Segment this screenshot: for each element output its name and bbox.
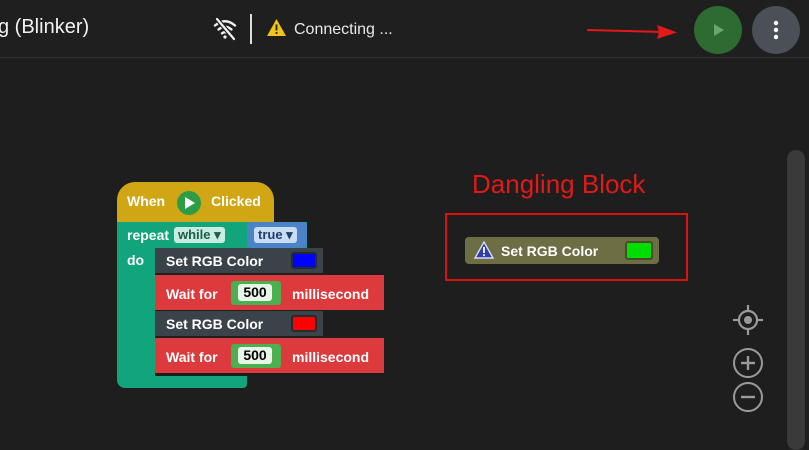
color-swatch-blue[interactable] bbox=[291, 252, 317, 269]
number-block[interactable]: 500 bbox=[231, 344, 281, 368]
dangling-set-rgb-block[interactable]: Set RGB Color bbox=[465, 237, 659, 264]
project-title: g (Blinker) bbox=[0, 16, 90, 38]
loop-mode-dropdown[interactable]: while ▾ bbox=[174, 227, 225, 243]
status-text: Connecting ... bbox=[294, 21, 393, 38]
warning-icon[interactable] bbox=[473, 240, 495, 262]
repeat-label: repeat bbox=[127, 227, 170, 243]
wifi-off-icon bbox=[213, 17, 237, 46]
set-rgb-label: Set RGB Color bbox=[501, 243, 599, 259]
dangling-annotation-text: Dangling Block bbox=[472, 169, 646, 199]
zoom-in-icon[interactable] bbox=[732, 347, 764, 384]
wait-label: Wait for bbox=[166, 349, 218, 365]
wait-block[interactable]: Wait for 500 millisecond bbox=[155, 338, 384, 373]
play-icon bbox=[714, 24, 724, 36]
number-input[interactable]: 500 bbox=[238, 284, 272, 301]
wait-block[interactable]: Wait for 500 millisecond bbox=[155, 275, 384, 310]
more-options-button[interactable] bbox=[752, 6, 800, 54]
warning-icon bbox=[266, 18, 287, 42]
recenter-icon[interactable] bbox=[731, 303, 765, 342]
play-icon bbox=[177, 191, 201, 215]
vertical-scrollbar[interactable] bbox=[787, 150, 805, 450]
repeat-while-block[interactable]: repeat while ▾ true ▾ bbox=[117, 222, 307, 248]
when-label: When bbox=[127, 193, 166, 209]
clicked-label: Clicked bbox=[211, 193, 261, 209]
when-clicked-block[interactable]: When Clicked bbox=[117, 182, 274, 222]
more-vert-icon bbox=[773, 20, 779, 40]
wait-label: Wait for bbox=[166, 286, 218, 302]
number-block[interactable]: 500 bbox=[231, 281, 281, 305]
set-rgb-color-block[interactable]: Set RGB Color bbox=[155, 248, 323, 273]
number-input[interactable]: 500 bbox=[238, 347, 272, 364]
do-label: do bbox=[127, 252, 145, 268]
true-block[interactable]: true ▾ bbox=[247, 222, 307, 248]
unit-label: millisecond bbox=[292, 286, 370, 302]
connection-status: Connecting ... bbox=[266, 18, 393, 42]
color-swatch-red[interactable] bbox=[291, 315, 317, 332]
set-rgb-color-block[interactable]: Set RGB Color bbox=[155, 311, 323, 336]
divider bbox=[250, 14, 252, 44]
color-swatch-green[interactable] bbox=[625, 241, 653, 260]
set-rgb-label: Set RGB Color bbox=[166, 316, 264, 332]
top-bar: g (Blinker) Connecting ... bbox=[0, 0, 809, 58]
run-button[interactable] bbox=[694, 6, 742, 54]
unit-label: millisecond bbox=[292, 349, 370, 365]
repeat-block-bottom bbox=[117, 376, 247, 388]
boolean-dropdown[interactable]: true ▾ bbox=[254, 227, 297, 243]
zoom-out-icon[interactable] bbox=[732, 381, 764, 418]
arrow-annotation bbox=[585, 22, 681, 47]
set-rgb-label: Set RGB Color bbox=[166, 253, 264, 269]
